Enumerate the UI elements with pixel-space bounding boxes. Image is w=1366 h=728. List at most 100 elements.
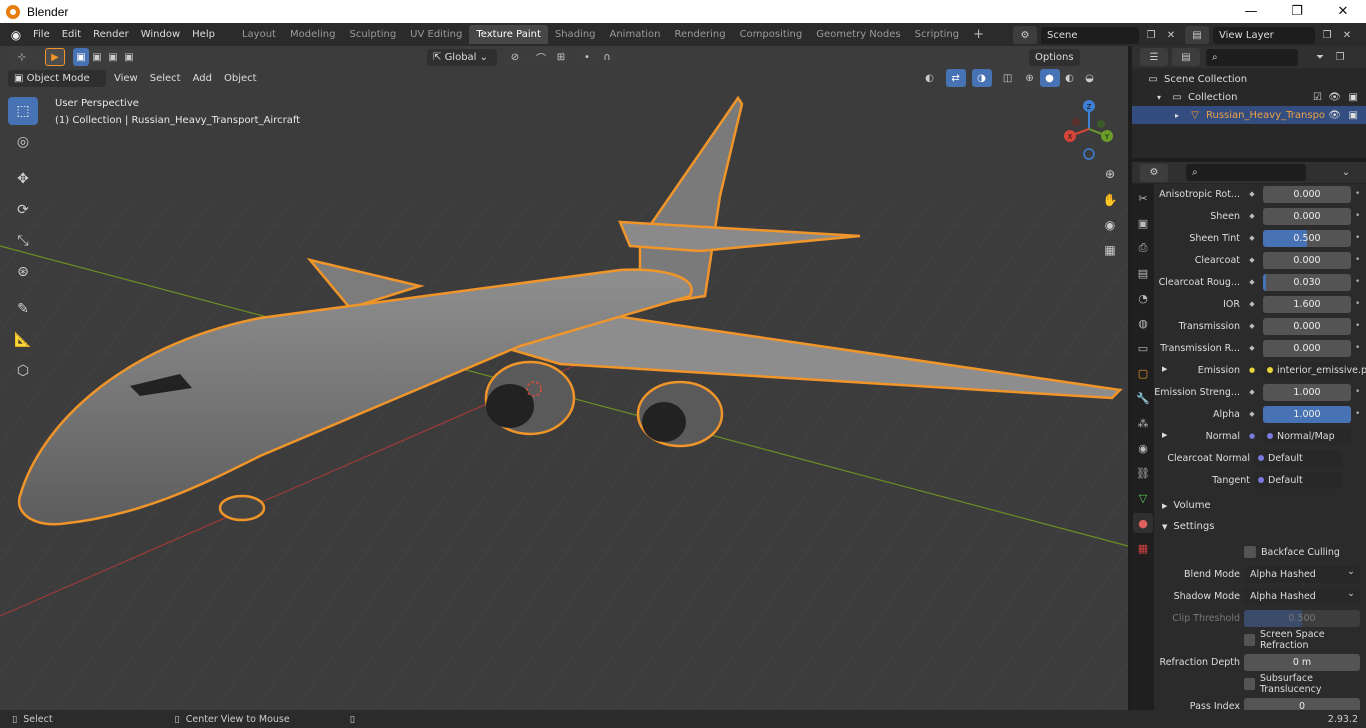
shadow-mode-dropdown[interactable]: Alpha Hashed	[1244, 585, 1360, 605]
snap-icon[interactable]: ⌒	[531, 48, 551, 66]
expand-arrow-icon[interactable]: ▸	[1170, 109, 1184, 121]
socket-icon[interactable]: ◆	[1247, 189, 1257, 199]
new-scene-icon[interactable]: ❐	[1141, 26, 1161, 44]
socket-icon[interactable]: ◆	[1247, 255, 1257, 265]
texture-tab-icon[interactable]: ▦	[1133, 538, 1153, 558]
pan-hand-icon[interactable]: ✋	[1100, 190, 1120, 210]
shading-solid-icon[interactable]: ●	[1039, 69, 1060, 87]
camera-view-icon[interactable]: ◉	[1100, 215, 1120, 235]
pass-index-field[interactable]: 0	[1244, 697, 1360, 710]
socket-icon[interactable]: ●	[1247, 431, 1257, 441]
keyframe-icon[interactable]: •	[1355, 277, 1365, 287]
prop-value-slider[interactable]: 0.030	[1263, 273, 1351, 291]
refraction-depth-field[interactable]: 0 m	[1244, 653, 1360, 671]
tab-uv-editing[interactable]: UV Editing	[403, 25, 469, 44]
add-workspace-button[interactable]: +	[966, 25, 991, 44]
tangent-link[interactable]: Default	[1254, 471, 1342, 489]
properties-search-input[interactable]: ⌕	[1186, 164, 1306, 181]
rotate-tool-icon[interactable]: ⟳	[8, 196, 38, 224]
shading-rendered-icon[interactable]: ◒	[1079, 69, 1100, 87]
prop-value-slider[interactable]: 0.000	[1263, 339, 1351, 357]
view-layer-field[interactable]: View Layer	[1213, 26, 1315, 44]
transform-tool-icon[interactable]: ⊛	[8, 258, 38, 286]
keyframe-icon[interactable]: •	[1355, 233, 1365, 243]
object-tab-icon[interactable]: ▢	[1133, 363, 1153, 383]
tab-sculpting[interactable]: Sculpting	[342, 25, 403, 44]
keyframe-icon[interactable]: •	[1355, 387, 1365, 397]
cursor-tool-icon[interactable]: ◎	[8, 128, 38, 156]
select-mode-subtract-icon[interactable]: ▣	[105, 48, 121, 66]
new-view-layer-icon[interactable]: ❐	[1317, 26, 1337, 44]
expand-arrow-icon[interactable]: ▶	[1162, 431, 1167, 439]
close-button[interactable]: ✕	[1320, 0, 1366, 23]
keyframe-icon[interactable]: •	[1355, 343, 1365, 353]
subsurface-translucency-checkbox[interactable]	[1244, 678, 1255, 690]
tool-settings-tab-icon[interactable]: ✂	[1133, 188, 1153, 208]
keyframe-icon[interactable]: •	[1355, 211, 1365, 221]
xray-toggle-icon[interactable]: ◫	[998, 69, 1018, 87]
expand-arrow-icon[interactable]: ▶	[1162, 365, 1167, 373]
menu-edit[interactable]: Edit	[56, 23, 87, 46]
eye-icon[interactable]: 👁	[1328, 92, 1341, 103]
camera-icon[interactable]: ▣	[1349, 92, 1358, 103]
outliner-search-input[interactable]: ⌕	[1206, 48, 1298, 66]
backface-culling-checkbox[interactable]	[1244, 546, 1256, 558]
select-mode-intersect-icon[interactable]: ▣	[121, 48, 137, 66]
scene-name-field[interactable]: Scene	[1041, 26, 1139, 44]
tab-animation[interactable]: Animation	[603, 25, 668, 44]
menu-object[interactable]: Object	[218, 70, 263, 87]
socket-icon[interactable]: ◆	[1247, 299, 1257, 309]
blend-mode-dropdown[interactable]: Alpha Hashed	[1244, 563, 1360, 583]
camera-icon[interactable]: ▣	[1349, 110, 1358, 121]
normal-map-link[interactable]: Normal/Map	[1263, 427, 1351, 445]
menu-select[interactable]: Select	[144, 70, 187, 87]
navigation-gizmo[interactable]: Z Y X	[1058, 98, 1120, 160]
socket-icon[interactable]: ◆	[1247, 409, 1257, 419]
particles-tab-icon[interactable]: ⁂	[1133, 413, 1153, 433]
scene-tab-icon[interactable]: ◔	[1133, 288, 1153, 308]
zoom-icon[interactable]: ⊕	[1100, 164, 1120, 184]
socket-icon[interactable]: ◆	[1247, 343, 1257, 353]
select-mode-new-icon[interactable]: ▣	[73, 48, 89, 66]
prop-value-slider[interactable]: 1.000	[1263, 383, 1351, 401]
snap-target-icon[interactable]: ⊞	[551, 48, 571, 66]
physics-tab-icon[interactable]: ◉	[1133, 438, 1153, 458]
keyframe-icon[interactable]: •	[1355, 299, 1365, 309]
pivot-point-icon[interactable]: ⊘	[505, 48, 525, 66]
visibility-icon[interactable]: ◐	[920, 69, 940, 87]
tab-scripting[interactable]: Scripting	[908, 25, 966, 44]
constraints-tab-icon[interactable]: ⛓	[1133, 463, 1153, 483]
prop-value-slider[interactable]: 1.600	[1263, 295, 1351, 313]
gizmo-toggle-icon[interactable]: ⇄	[945, 69, 966, 87]
socket-icon[interactable]: ◆	[1247, 387, 1257, 397]
data-tab-icon[interactable]: ▽	[1133, 488, 1153, 508]
filter-icon[interactable]: ⏷	[1310, 48, 1330, 66]
view-layer-tab-icon[interactable]: ▤	[1133, 263, 1153, 283]
clearcoat-normal-link[interactable]: Default	[1254, 449, 1342, 467]
prop-value-slider[interactable]: 0.000	[1263, 207, 1351, 225]
transform-orientation-dropdown[interactable]: ⇱ Global ⌄	[427, 48, 497, 66]
outliner-row-scene-collection[interactable]: ▭ Scene Collection	[1132, 70, 1366, 88]
mode-dropdown[interactable]: ▣ Object Mode	[8, 69, 106, 87]
prop-value-slider[interactable]: 1.000	[1263, 405, 1351, 423]
emission-texture-link[interactable]: interior_emissive.png	[1263, 361, 1366, 379]
tab-rendering[interactable]: Rendering	[667, 25, 732, 44]
tab-texture-paint[interactable]: Texture Paint	[469, 25, 548, 44]
keyframe-icon[interactable]: •	[1355, 255, 1365, 265]
collection-tab-icon[interactable]: ▭	[1133, 338, 1153, 358]
tab-layout[interactable]: Layout	[235, 25, 283, 44]
tab-modeling[interactable]: Modeling	[283, 25, 343, 44]
expand-arrow-icon[interactable]: ▾	[1152, 91, 1166, 103]
properties-options-icon[interactable]: ⌄	[1336, 164, 1356, 182]
scale-tool-icon[interactable]: ⤡	[8, 227, 38, 255]
menu-window[interactable]: Window	[135, 23, 186, 46]
prop-value-slider[interactable]: 0.500	[1263, 229, 1351, 247]
view-layer-selector-icon[interactable]: ▤	[1185, 26, 1209, 44]
keyframe-icon[interactable]: •	[1355, 321, 1365, 331]
minimize-button[interactable]: —	[1228, 0, 1274, 23]
blender-menu-icon[interactable]: ◉	[5, 27, 27, 43]
options-dropdown[interactable]: Options	[1029, 48, 1080, 66]
tab-compositing[interactable]: Compositing	[733, 25, 810, 44]
overlay-toggle-icon[interactable]: ◑	[971, 69, 992, 87]
prop-value-slider[interactable]: 0.000	[1263, 185, 1351, 203]
